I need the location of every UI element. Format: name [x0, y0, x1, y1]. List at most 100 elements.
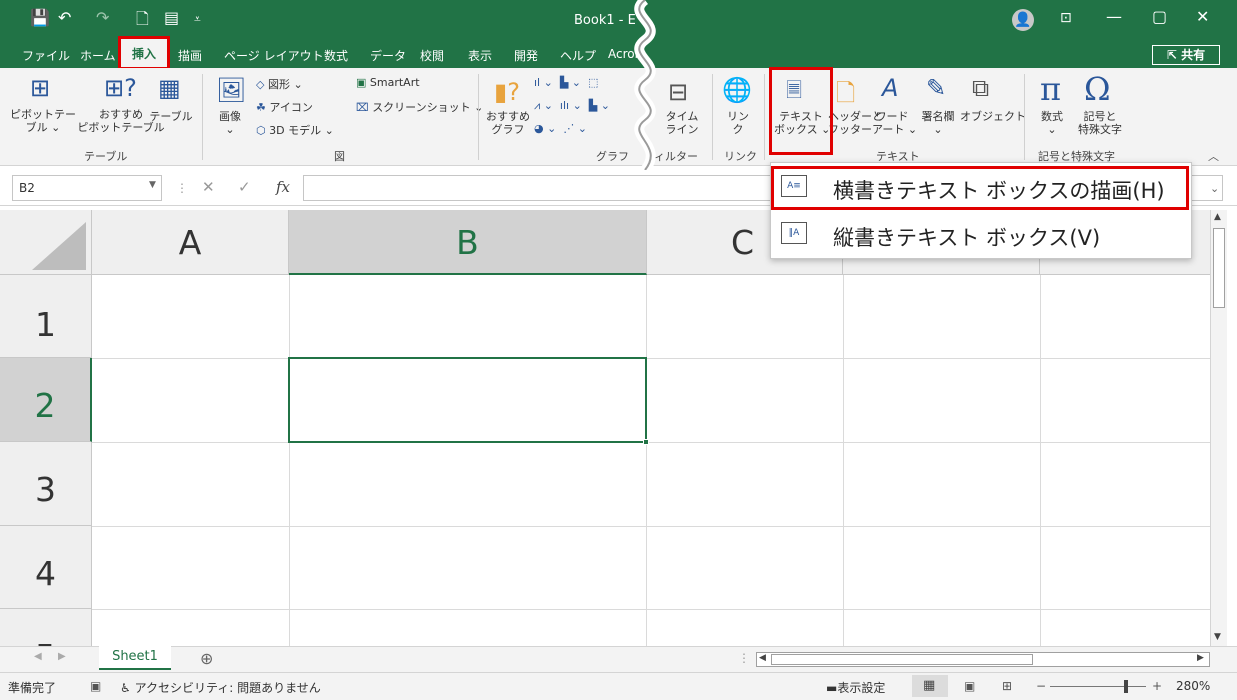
expand-formula-icon[interactable]: ⌄: [1210, 182, 1219, 195]
accessibility-label: アクセシビリティ: 問題ありません: [134, 681, 321, 695]
symbol-button[interactable]: 記号と 特殊文字: [1072, 110, 1128, 136]
zoom-out-icon[interactable]: −: [1036, 679, 1046, 693]
tab-page-layout[interactable]: ページ レイアウト: [224, 47, 324, 64]
wordart-button[interactable]: ワード アート ⌄: [872, 110, 917, 136]
select-all-corner[interactable]: [0, 210, 92, 275]
icons-icon: ☘: [256, 101, 266, 114]
vertical-textbox-icon: ‖A: [781, 222, 807, 244]
collapse-ribbon-icon[interactable]: ︿: [1208, 148, 1219, 164]
normal-view-button[interactable]: ▦: [912, 675, 948, 697]
scroll-down-icon[interactable]: ▼: [1214, 632, 1221, 642]
scroll-splitter-icon[interactable]: ⋮: [738, 651, 750, 665]
image-button[interactable]: 画像 ⌄: [212, 110, 248, 136]
menu-item-vertical-textbox[interactable]: ‖A 縦書きテキスト ボックス(V): [771, 213, 1191, 257]
horizontal-scrollbar[interactable]: ◀ ▶: [756, 652, 1210, 667]
selected-cell-b2[interactable]: [288, 357, 649, 445]
macro-record-icon[interactable]: ▣: [90, 679, 101, 693]
new-file-icon[interactable]: 🗋: [136, 8, 149, 35]
zoom-level[interactable]: 280%: [1176, 679, 1210, 693]
scroll-up-icon[interactable]: ▲: [1214, 212, 1221, 222]
tab-file[interactable]: ファイル: [22, 47, 70, 64]
icons-label: アイコン: [269, 101, 313, 114]
display-settings-button[interactable]: ▬表示設定: [826, 679, 885, 696]
3d-models-button[interactable]: ⬡ 3D モデル ⌄: [256, 122, 334, 138]
share-button[interactable]: ⇱ 共有: [1152, 45, 1220, 65]
prev-sheet-icon[interactable]: ◀: [34, 651, 42, 662]
close-button[interactable]: ✕: [1196, 7, 1209, 26]
sheet-tab-sheet1[interactable]: Sheet1: [99, 646, 171, 670]
timeline-icon: ⊟: [668, 78, 689, 106]
tab-insert[interactable]: 挿入: [118, 36, 170, 70]
zoom-in-icon[interactable]: +: [1152, 679, 1162, 693]
pivot-table-button[interactable]: ピボットテー ブル ⌄: [4, 108, 82, 134]
tab-data[interactable]: データ: [370, 47, 406, 64]
column-header-a[interactable]: A: [92, 210, 289, 275]
next-sheet-icon[interactable]: ▶: [58, 651, 66, 662]
screenshot-button[interactable]: ⌧ スクリーンショット ⌄: [356, 99, 483, 115]
share-icon: ⇱: [1166, 48, 1182, 62]
equation-label-1: 数式: [1041, 110, 1063, 123]
save-icon[interactable]: 💾: [30, 8, 50, 27]
page-layout-view-icon[interactable]: ▣: [964, 679, 975, 693]
wordart-icon: A: [882, 74, 899, 102]
tab-formulas[interactable]: 数式: [324, 47, 348, 64]
form-icon[interactable]: ▤: [164, 8, 179, 27]
tab-home[interactable]: ホーム: [80, 47, 116, 64]
scroll-right-icon[interactable]: ▶: [1197, 653, 1204, 663]
zoom-slider[interactable]: [1050, 686, 1146, 687]
table-button[interactable]: テーブル: [146, 110, 196, 123]
object-button[interactable]: オブジェクト: [960, 110, 1026, 123]
horizontal-scroll-thumb[interactable]: [771, 654, 1033, 665]
symbol-label-1: 記号と: [1083, 110, 1117, 123]
recommended-chart-button[interactable]: おすすめ グラフ: [484, 110, 532, 136]
column-header-b[interactable]: B: [289, 210, 647, 275]
shapes-button[interactable]: ◇ 図形 ⌄: [256, 76, 303, 92]
row-header-5[interactable]: 5: [0, 609, 92, 646]
row-header-4[interactable]: 4: [0, 526, 92, 609]
line-chart-button[interactable]: ⩘ ⌄ ılı ⌄ ▙ ⌄: [534, 99, 610, 113]
tab-view[interactable]: 表示: [468, 47, 492, 64]
fill-handle[interactable]: [643, 439, 649, 445]
pie-chart-button[interactable]: ◕ ⌄ ⋰ ⌄: [534, 122, 587, 135]
scroll-left-icon[interactable]: ◀: [759, 653, 766, 663]
zoom-slider-thumb[interactable]: [1124, 680, 1128, 693]
timeline-button[interactable]: タイム ライン: [660, 110, 704, 136]
name-box[interactable]: B2 ▼: [12, 175, 162, 201]
vertical-scroll-thumb[interactable]: [1213, 228, 1225, 308]
customize-qat-icon[interactable]: ⩡: [194, 12, 201, 27]
smartart-button[interactable]: ▣ SmartArt: [356, 76, 420, 89]
column-chart-button[interactable]: ıl ⌄ ▙ ⌄ ⬚: [534, 76, 598, 89]
row-header-3[interactable]: 3: [0, 442, 92, 526]
minimize-button[interactable]: —: [1106, 7, 1122, 26]
signature-button[interactable]: 署名欄 ⌄: [914, 110, 962, 136]
page-break-view-icon[interactable]: ⊞: [1002, 679, 1012, 693]
tab-review[interactable]: 校閲: [420, 47, 444, 64]
equation-label-2: ⌄: [1047, 123, 1057, 136]
icons-button[interactable]: ☘ アイコン: [256, 99, 313, 115]
header-footer-button[interactable]: ヘッダーと フッター: [828, 110, 883, 136]
restore-button[interactable]: ▢: [1152, 7, 1167, 26]
gridline: [92, 526, 1210, 527]
tab-help[interactable]: ヘルプ: [560, 47, 596, 64]
name-box-dropdown-icon[interactable]: ▼: [149, 180, 156, 190]
cancel-icon[interactable]: ✕: [202, 178, 215, 196]
equation-button[interactable]: 数式 ⌄: [1032, 110, 1072, 136]
worksheet-grid[interactable]: A B C 1 2 3 4 5: [0, 210, 1210, 646]
vertical-scrollbar[interactable]: ▲ ▼: [1210, 210, 1227, 646]
enter-icon[interactable]: ✓: [238, 178, 251, 196]
group-label-link: リンク: [724, 150, 757, 163]
accessibility-status[interactable]: ♿ アクセシビリティ: 問題ありません: [120, 679, 321, 696]
tab-draw[interactable]: 描画: [178, 47, 202, 64]
row-header-2[interactable]: 2: [0, 358, 92, 442]
add-sheet-icon[interactable]: ⊕: [200, 649, 213, 668]
tab-developer[interactable]: 開発: [514, 47, 538, 64]
ribbon-display-icon[interactable]: ⊡: [1060, 10, 1072, 26]
recpivot-label-1: おすすめ: [99, 108, 143, 121]
undo-icon[interactable]: ↶: [58, 8, 71, 27]
equation-icon: π: [1040, 70, 1062, 108]
insert-function-icon[interactable]: fx: [276, 178, 290, 196]
link-button[interactable]: リンク: [718, 110, 758, 136]
redo-icon[interactable]: ↷: [96, 8, 109, 27]
row-header-1[interactable]: 1: [0, 275, 92, 358]
account-avatar-icon[interactable]: 👤: [1012, 9, 1034, 31]
